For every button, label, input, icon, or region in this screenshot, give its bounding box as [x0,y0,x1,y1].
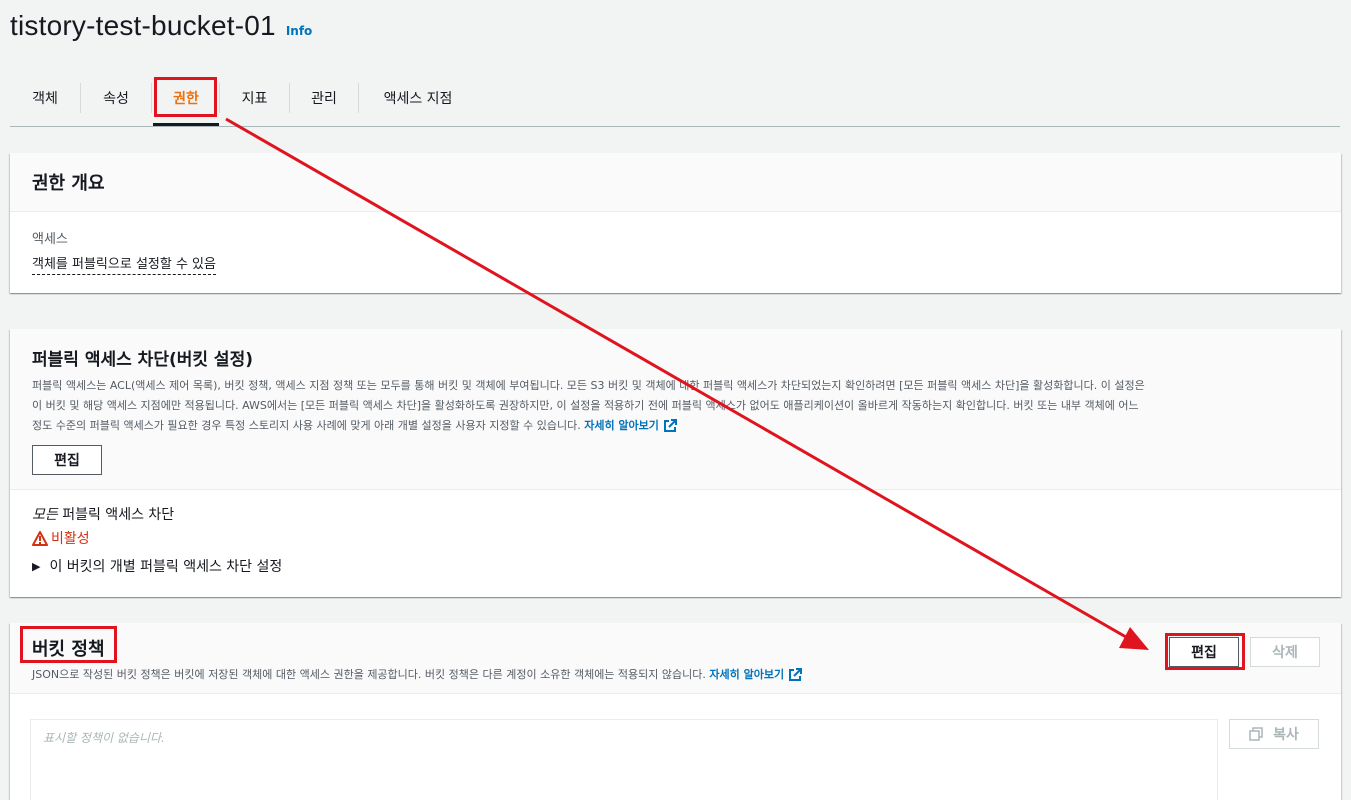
description-line: 이 버킷 및 해당 액세스 지점에만 적용됩니다. AWS에서는 [모든 퍼블릭… [32,399,1139,412]
panel-description: JSON으로 작성된 버킷 정책은 버킷에 저장된 객체에 대한 액세스 권한을… [32,665,1319,685]
external-link-icon [663,419,677,432]
expand-label: 이 버킷의 개별 퍼블릭 액세스 차단 설정 [49,559,283,575]
panel-title: 버킷 정책 [32,639,105,660]
all-block-title: 모든 퍼블릭 액세스 차단 [32,504,1319,524]
panel-body: 모든 퍼블릭 액세스 차단 비활성 ▶ 이 버킷의 개별 퍼블릭 액세스 차단 … [10,490,1341,576]
highlight-box-permissions-tab [154,77,217,117]
learn-more-label: 자세히 알아보기 [709,668,785,681]
panel-header: 퍼블릭 액세스 차단(버킷 설정) 퍼블릭 액세스는 ACL(액세스 제어 목록… [10,329,1341,490]
learn-more-label: 자세히 알아보기 [584,419,659,432]
copy-button[interactable]: 복사 [1229,719,1319,749]
status-indicator: 비활성 [32,528,1319,548]
external-link-icon [789,668,803,681]
tab-label: 객체 [32,91,58,107]
bucket-policy-delete-button[interactable]: 삭제 [1250,637,1320,667]
panel-title: 권한 개요 [32,173,105,194]
panel-header: 권한 개요 [10,153,1341,212]
learn-more-link[interactable]: 자세히 알아보기 [584,419,677,432]
panel-title: 퍼블릭 액세스 차단(버킷 설정) [32,350,253,370]
tab-label: 액세스 지점 [383,91,453,107]
status-text: 비활성 [51,531,90,547]
tab-label: 지표 [241,91,268,107]
copy-icon [1249,727,1263,741]
policy-json-viewer[interactable]: 표시할 정책이 없습니다. [30,719,1218,800]
description-text: JSON으로 작성된 버킷 정책은 버킷에 저장된 객체에 대한 액세스 권한을… [32,668,706,681]
caret-right-icon: ▶ [32,559,41,573]
tab-access-points[interactable]: 액세스 지점 [359,72,477,124]
tab-label: 관리 [311,91,337,107]
tab-properties[interactable]: 속성 [81,72,151,124]
warning-icon [32,530,48,546]
block-public-access-panel: 퍼블릭 액세스 차단(버킷 설정) 퍼블릭 액세스는 ACL(액세스 제어 목록… [10,329,1341,597]
description-line: 퍼블릭 액세스는 ACL(액세스 제어 목록), 버킷 정책, 액세스 지점 정… [32,379,1145,392]
access-label: 액세스 [32,232,68,247]
all-block-label: 퍼블릭 액세스 차단 [62,507,175,523]
page-header: tistory-test-bucket-01 Info [10,10,312,42]
panel-body: 표시할 정책이 없습니다. 복사 [10,694,1341,800]
button-label: 복사 [1273,727,1299,743]
learn-more-link[interactable]: 자세히 알아보기 [709,668,803,681]
access-value[interactable]: 객체를 퍼블릭으로 설정할 수 있음 [32,257,216,275]
block-public-edit-button[interactable]: 편집 [32,445,102,475]
panel-body: 액세스 객체를 퍼블릭으로 설정할 수 있음 [10,212,1341,275]
button-label: 편집 [54,453,80,469]
panel-description: 퍼블릭 액세스는 ACL(액세스 제어 목록), 버킷 정책, 액세스 지점 정… [32,376,1319,436]
description-line: 정도 수준의 퍼블릭 액세스가 필요한 경우 특정 스토리지 사용 사례에 맞게… [32,419,581,432]
all-block-prefix: 모든 [32,507,58,523]
highlight-box-edit-button [1165,633,1245,670]
page-title: tistory-test-bucket-01 [10,10,276,41]
tab-divider [151,83,152,113]
tab-objects[interactable]: 객체 [10,72,80,124]
expand-settings-toggle[interactable]: ▶ 이 버킷의 개별 퍼블릭 액세스 차단 설정 [32,556,1319,576]
info-link[interactable]: Info [286,24,312,38]
tab-label: 속성 [103,91,129,107]
empty-policy-placeholder: 표시할 정책이 없습니다. [43,731,165,745]
tab-metrics[interactable]: 지표 [220,72,289,124]
permissions-overview-panel: 권한 개요 액세스 객체를 퍼블릭으로 설정할 수 있음 [10,153,1341,293]
highlight-box-bucket-policy-title [20,626,117,663]
button-label: 삭제 [1272,645,1298,661]
panel-header: 버킷 정책 JSON으로 작성된 버킷 정책은 버킷에 저장된 객체에 대한 액… [10,623,1341,694]
bucket-policy-panel: 버킷 정책 JSON으로 작성된 버킷 정책은 버킷에 저장된 객체에 대한 액… [10,623,1341,800]
tab-management[interactable]: 관리 [290,72,358,124]
